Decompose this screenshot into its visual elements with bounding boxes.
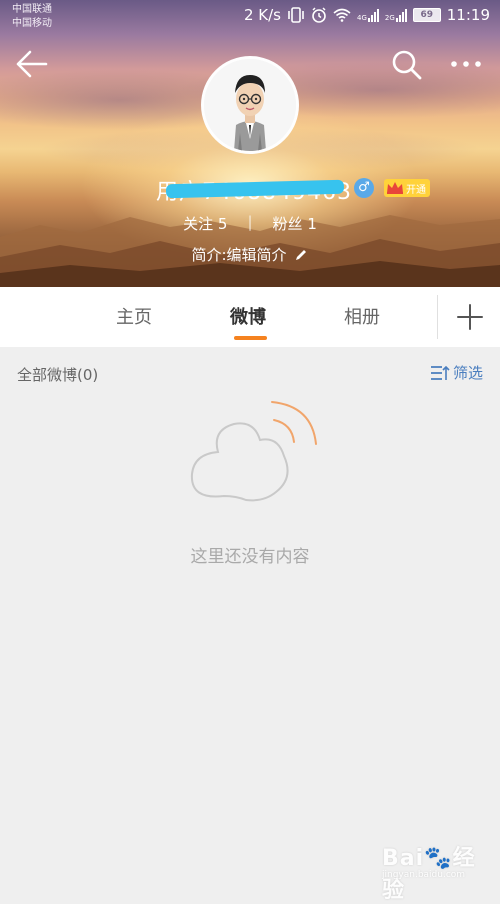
fans-stat[interactable]: 粉丝 1 (273, 213, 317, 234)
crown-icon (387, 182, 403, 194)
status-icons: 2 K/s 4G 2G 69 11:19 (244, 6, 490, 24)
tab-album[interactable]: 相册 (344, 303, 380, 329)
mountains-silhouette (0, 215, 500, 287)
status-bar: 中国联通 中国移动 2 K/s 4G 2G 69 11:19 (0, 0, 500, 34)
plus-icon (457, 304, 483, 330)
fans-count: 1 (307, 215, 317, 233)
filter-label: 筛选 (453, 364, 484, 382)
watermark-url: jingyan.baidu.com (382, 870, 466, 880)
empty-state-text: 这里还没有内容 (190, 547, 310, 567)
battery-icon: 69 (412, 8, 441, 22)
signal-icon-1 (367, 8, 379, 22)
carrier-2: 中国移动 (12, 18, 52, 29)
empty-weibo-icon (190, 401, 317, 502)
clock: 11:19 (446, 6, 490, 24)
back-arrow-icon (16, 50, 48, 78)
active-tab-indicator (234, 336, 267, 340)
search-icon (392, 50, 422, 80)
gender-male-icon: ♂ (354, 178, 374, 198)
carrier-1: 中国联通 (12, 4, 52, 15)
alarm-icon (312, 7, 326, 23)
vibrate-icon (288, 7, 304, 23)
more-button[interactable] (448, 52, 484, 76)
tab-weibo[interactable]: 微博 (230, 303, 266, 329)
avatar-cartoon-icon (204, 59, 296, 151)
network-type-2: 2G (384, 14, 395, 22)
avatar[interactable] (201, 56, 299, 154)
bio-text: 简介:编辑简介 (191, 246, 287, 264)
follow-label: 关注 (183, 215, 214, 233)
wifi-icon (333, 8, 351, 22)
vip-label: 开通 (406, 184, 426, 196)
network-type-1: 4G (356, 14, 367, 22)
feed-filter-row: 全部微博(0) 筛选 (0, 356, 500, 390)
name-row: 用户7468849463 ♂ 开通 (0, 172, 500, 206)
more-dots-icon (451, 61, 481, 67)
add-tab-button[interactable] (452, 299, 488, 335)
stats-divider: | (247, 213, 253, 231)
tab-bar: 主页 微博 相册 (0, 287, 500, 347)
paw-icon: 🐾 (424, 846, 453, 871)
fans-label: 粉丝 (272, 215, 303, 233)
all-weibo-count: 全部微博(0) (17, 366, 99, 384)
baidu-jingyan-watermark: Bai🐾经验 jingyan.baidu.com (378, 834, 498, 903)
network-speed: 2 K/s (243, 6, 281, 24)
back-button[interactable] (14, 48, 50, 80)
bio-row[interactable]: 简介:编辑简介 (0, 244, 500, 265)
vip-badge[interactable]: 开通 (384, 179, 430, 197)
tab-divider (437, 295, 438, 339)
profile-stats: 关注 5 | 粉丝 1 (0, 213, 500, 234)
carrier-info: 中国联通 中国移动 (12, 3, 52, 31)
filter-button[interactable]: 筛选 (430, 362, 483, 383)
filter-icon (431, 365, 450, 380)
signal-icon-2 (395, 8, 407, 22)
profile-header: 中国联通 中国移动 2 K/s 4G 2G 69 11:19 ♂ 开通 关注 5… (0, 0, 500, 287)
tab-home[interactable]: 主页 (116, 303, 152, 329)
pencil-icon (295, 249, 306, 260)
follow-count: 5 (217, 215, 228, 233)
follow-stat[interactable]: 关注 5 (183, 213, 227, 234)
search-button[interactable] (390, 48, 424, 82)
